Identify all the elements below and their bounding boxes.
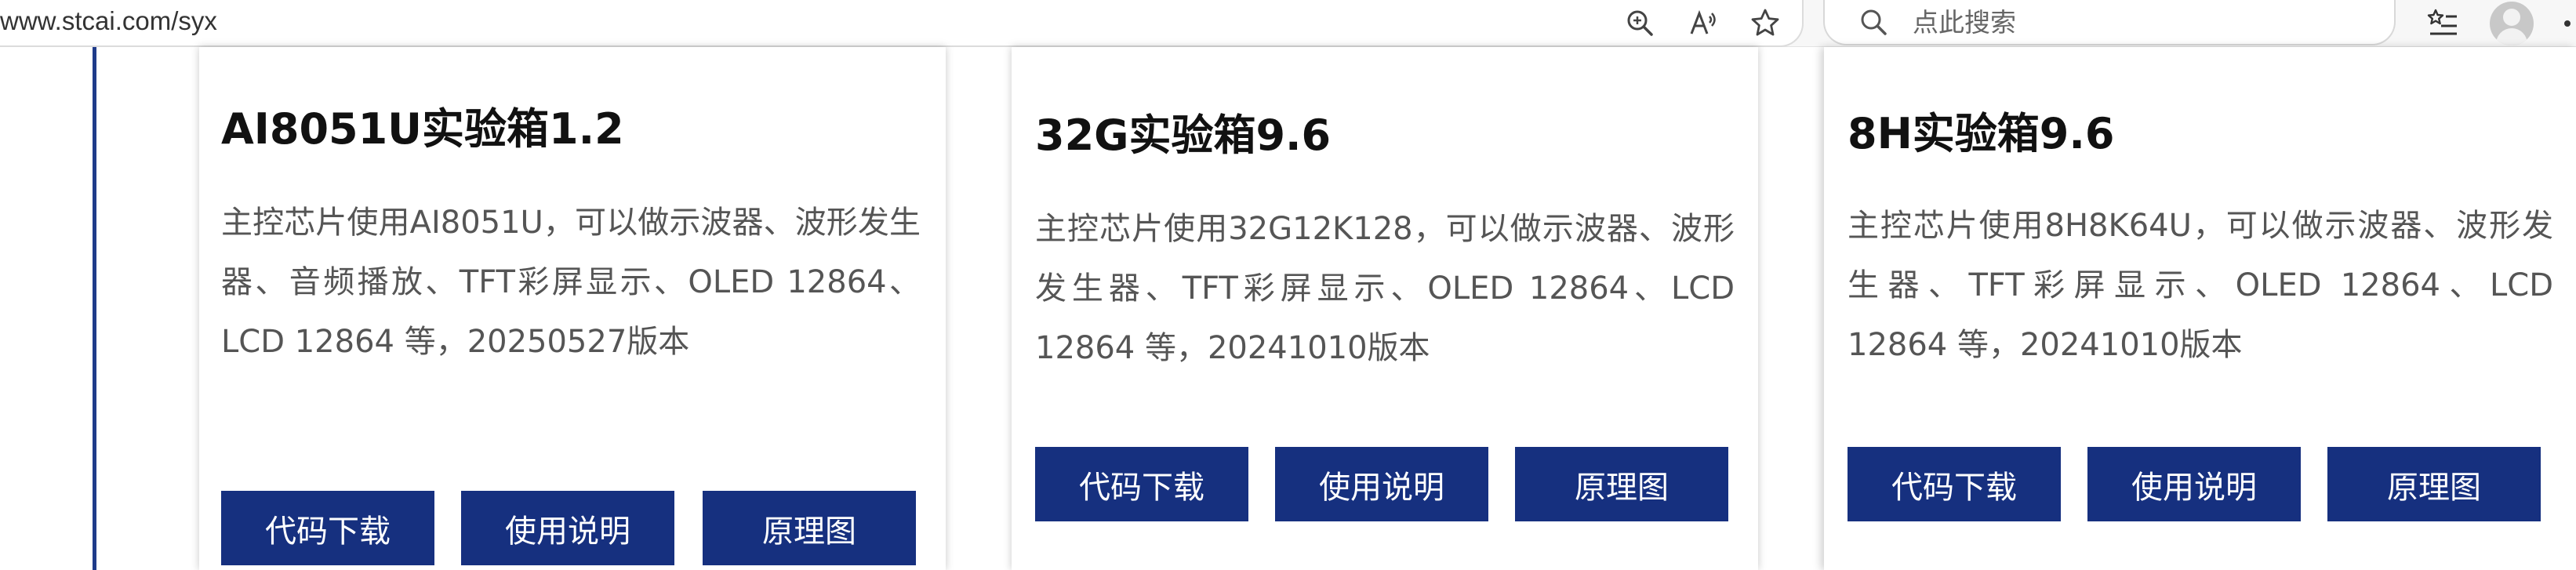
schematic-button[interactable]: 原理图 <box>2327 447 2541 521</box>
code-download-button[interactable]: 代码下载 <box>1848 447 2061 521</box>
more-menu-icon[interactable] <box>2564 20 2571 27</box>
favorites-list-icon[interactable] <box>2425 5 2461 41</box>
browser-toolbar: www.stcai.com/syx <box>0 0 2576 47</box>
zoom-icon[interactable] <box>1622 5 1658 41</box>
search-input[interactable] <box>1913 5 2352 39</box>
schematic-button[interactable]: 原理图 <box>703 491 916 565</box>
user-manual-button[interactable]: 使用说明 <box>1275 447 1488 521</box>
address-bar[interactable]: www.stcai.com/syx <box>0 0 1804 47</box>
schematic-button[interactable]: 原理图 <box>1515 447 1728 521</box>
user-manual-button[interactable]: 使用说明 <box>2087 447 2301 521</box>
card-description: 主控芯片使用32G12K128，可以做示波器、波形发生器、TFT彩屏显示、OLE… <box>1035 211 1735 366</box>
page-left-border <box>93 47 96 570</box>
profile-avatar[interactable] <box>2490 2 2534 45</box>
card-title: AI8051U实验箱1.2 <box>221 104 624 154</box>
user-manual-button[interactable]: 使用说明 <box>461 491 674 565</box>
code-download-button[interactable]: 代码下载 <box>1035 447 1248 521</box>
search-box[interactable] <box>1823 0 2396 45</box>
card-description: 主控芯片使用AI8051U，可以做示波器、波形发生器、音频播放、TFT彩屏显示、… <box>221 205 921 360</box>
favorite-star-icon[interactable] <box>1747 5 1783 41</box>
url-text[interactable]: www.stcai.com/syx <box>0 6 217 36</box>
read-aloud-icon[interactable] <box>1684 5 1720 41</box>
card-description: 主控芯片使用8H8K64U，可以做示波器、波形发生器、TFT彩屏显示、OLED … <box>1848 208 2553 363</box>
card-title: 32G实验箱9.6 <box>1035 111 1332 160</box>
code-download-button[interactable]: 代码下载 <box>221 491 434 565</box>
card-title: 8H实验箱9.6 <box>1848 109 2115 158</box>
product-card: 32G实验箱9.6 主控芯片使用32G12K128，可以做示波器、波形发生器、T… <box>1012 47 1758 570</box>
product-card: AI8051U实验箱1.2 主控芯片使用AI8051U，可以做示波器、波形发生器… <box>199 47 946 570</box>
product-card: 8H实验箱9.6 主控芯片使用8H8K64U，可以做示波器、波形发生器、TFT彩… <box>1824 47 2576 570</box>
search-icon <box>1861 9 1887 35</box>
